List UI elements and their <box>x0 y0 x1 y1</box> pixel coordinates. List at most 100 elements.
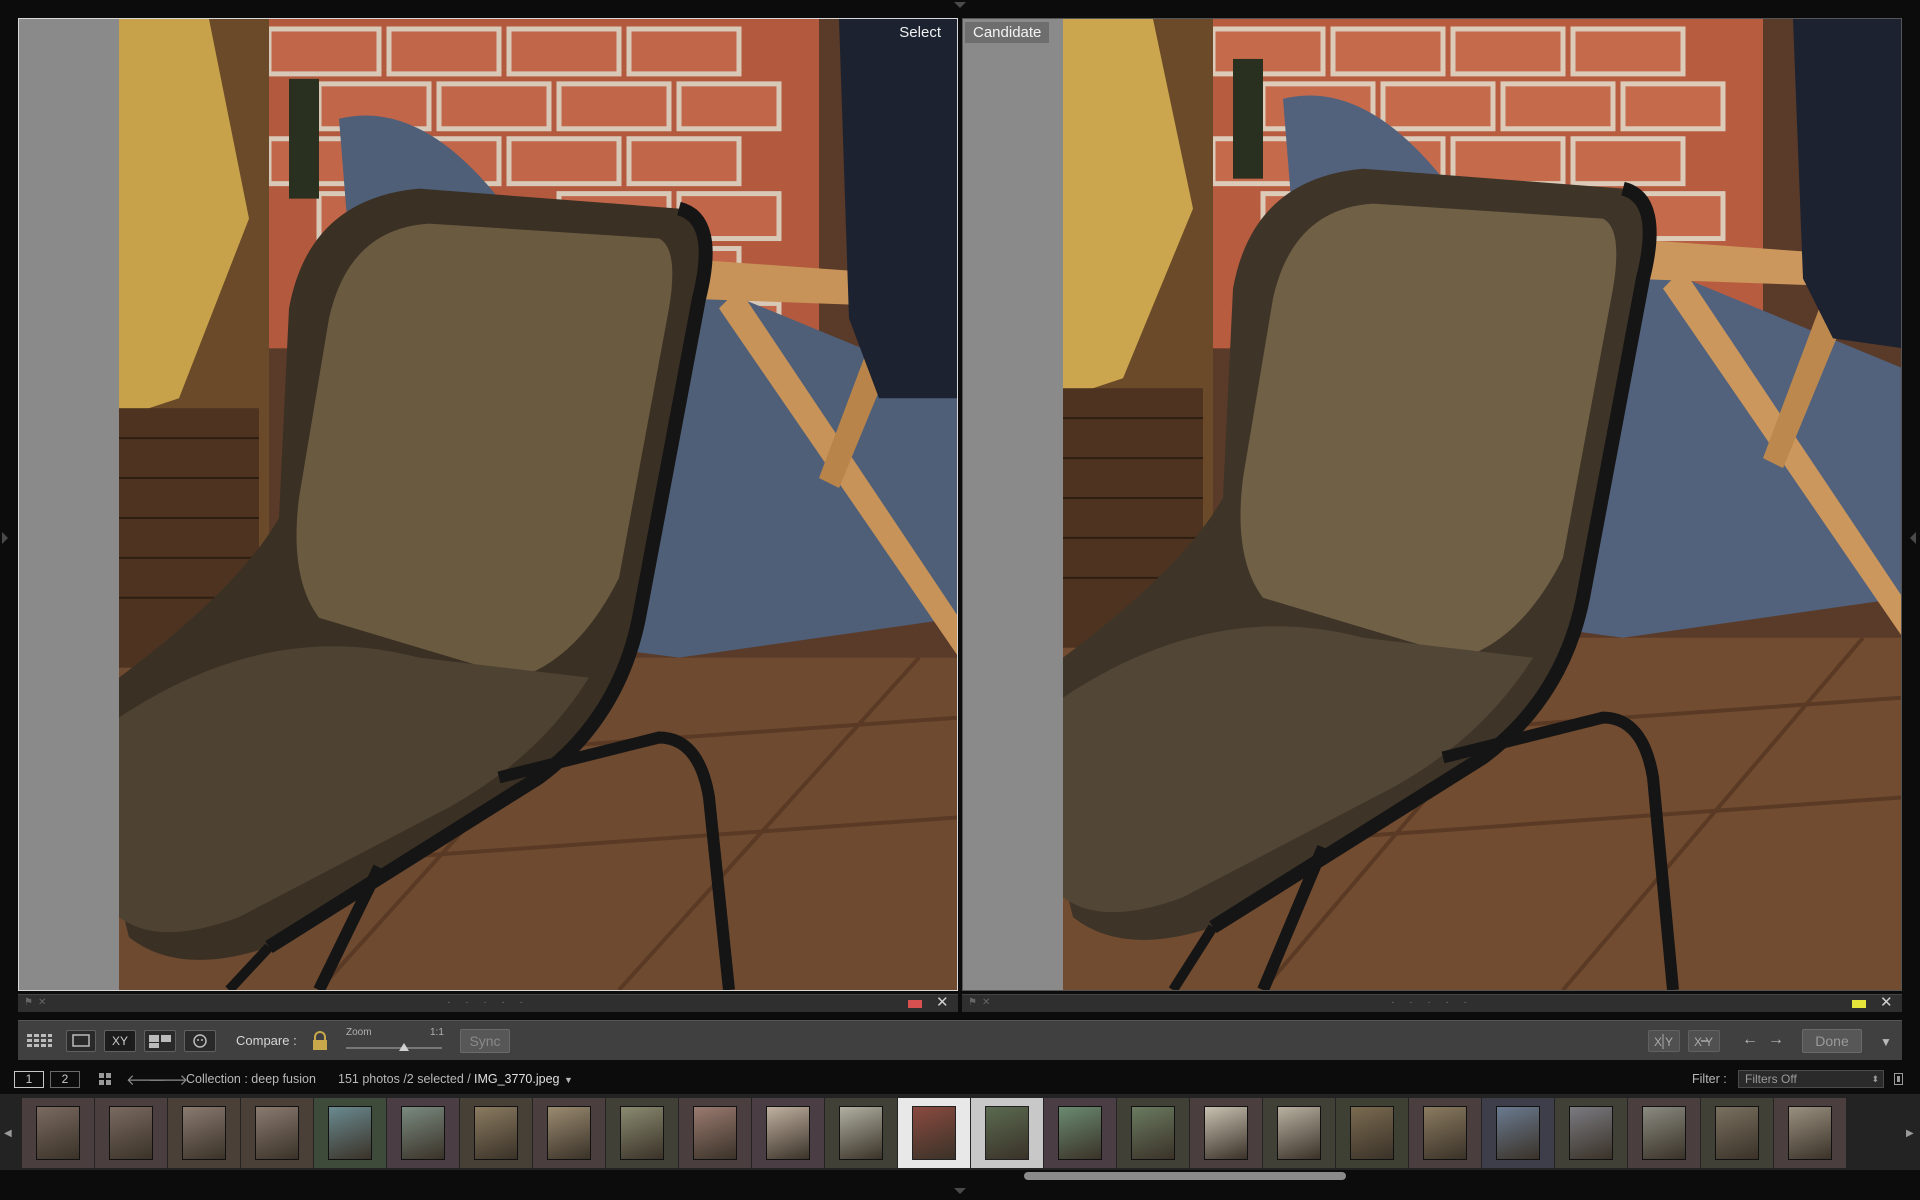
filmstrip-thumbnail[interactable] <box>533 1098 605 1168</box>
current-filename[interactable]: IMG_3770.jpeg <box>474 1072 559 1086</box>
top-panel-toggle-icon[interactable] <box>954 2 966 8</box>
svg-text:X: X <box>1654 1035 1662 1049</box>
filmstrip-thumbnail[interactable] <box>241 1098 313 1168</box>
color-label-red[interactable] <box>908 1000 922 1008</box>
reject-flag-icon[interactable]: ✕ <box>38 998 48 1008</box>
filter-dropdown[interactable]: Filters Off ⬍ <box>1738 1070 1884 1088</box>
zoom-ratio: 1:1 <box>430 1027 444 1038</box>
make-select-icon[interactable]: XY <box>1688 1030 1720 1052</box>
grid-icon[interactable] <box>98 1071 114 1087</box>
filmstrip-scroll-right-icon[interactable]: ▶ <box>1906 1128 1914 1139</box>
sync-button[interactable]: Sync <box>460 1029 510 1053</box>
compare-label: Compare : <box>236 1033 297 1048</box>
filmstrip-thumbnail[interactable] <box>95 1098 167 1168</box>
left-panel-toggle-icon[interactable] <box>2 532 8 544</box>
survey-view-icon[interactable] <box>144 1030 176 1052</box>
lightroom-compare-view: Select Candidate ⚑ ✕ · · · · · ✕ ⚑ ✕ · ·… <box>0 0 1920 1200</box>
rating-dots[interactable]: · · · · · <box>1391 997 1473 1008</box>
thumbnail-image <box>1569 1106 1613 1160</box>
zoom-slider-handle[interactable] <box>398 1043 409 1051</box>
candidate-photo[interactable] <box>1063 19 1901 990</box>
next-photo-icon[interactable]: → <box>1768 1032 1784 1048</box>
select-label: Select <box>899 24 941 41</box>
lock-icon[interactable] <box>310 1030 330 1052</box>
thumbnail-image <box>328 1106 372 1160</box>
filter-label: Filter : <box>1692 1072 1727 1086</box>
filmstrip-thumbnail[interactable] <box>460 1098 532 1168</box>
filmstrip-thumbnail[interactable] <box>22 1098 94 1168</box>
thumbnail-image <box>36 1106 80 1160</box>
thumbnail-image <box>109 1106 153 1160</box>
thumbnail-image <box>620 1106 664 1160</box>
done-button[interactable]: Done <box>1802 1029 1862 1053</box>
candidate-pane-footer: ⚑ ✕ · · · · · ✕ <box>962 994 1902 1012</box>
filmstrip-thumbnail[interactable] <box>1044 1098 1116 1168</box>
people-view-icon[interactable] <box>184 1030 216 1052</box>
filmstrip-thumbnail[interactable] <box>1555 1098 1627 1168</box>
nav-forward-icon[interactable]: 🡒 <box>148 1070 188 1089</box>
select-pane[interactable]: Select <box>18 18 958 991</box>
filmstrip-thumbnail[interactable] <box>898 1098 970 1168</box>
thumbnail-image <box>182 1106 226 1160</box>
filmstrip-scrollbar[interactable] <box>1024 1172 1346 1180</box>
filmstrip-navbar: 1 2 🡐 🡒 Collection : deep fusion 151 pho… <box>0 1066 1920 1092</box>
select-pane-footer: ⚑ ✕ · · · · · ✕ <box>18 994 958 1012</box>
toolbar-menu-chevron-icon[interactable]: ▼ <box>1880 1034 1892 1050</box>
right-panel-toggle-icon[interactable] <box>1910 532 1916 544</box>
candidate-pane[interactable]: Candidate <box>962 18 1902 991</box>
main-screen-button[interactable]: 1 <box>14 1071 44 1088</box>
photo-count: 151 photos /2 selected / <box>338 1072 471 1086</box>
filmstrip-thumbnail[interactable] <box>1409 1098 1481 1168</box>
previous-photo-icon[interactable]: ← <box>1742 1032 1758 1048</box>
svg-text:Y: Y <box>1665 1035 1673 1049</box>
grid-view-icon[interactable] <box>24 1030 54 1052</box>
filmstrip-thumbnail[interactable] <box>1774 1098 1846 1168</box>
filmstrip-thumbnail[interactable] <box>752 1098 824 1168</box>
loupe-view-icon[interactable] <box>66 1030 96 1052</box>
thumbnail-image <box>1642 1106 1686 1160</box>
thumbnail-image <box>1423 1106 1467 1160</box>
secondary-screen-button[interactable]: 2 <box>50 1071 80 1088</box>
filmstrip-scroll-left-icon[interactable]: ◀ <box>4 1128 12 1139</box>
swap-icon[interactable]: XY <box>1648 1030 1680 1052</box>
reject-flag-icon[interactable]: ✕ <box>982 998 992 1008</box>
filmstrip-thumbnail[interactable] <box>679 1098 751 1168</box>
thumbnail-image <box>1788 1106 1832 1160</box>
filename-dropdown-icon[interactable]: ▼ <box>564 1075 573 1085</box>
filmstrip-thumbnail[interactable] <box>1117 1098 1189 1168</box>
filmstrip-thumbnail[interactable] <box>168 1098 240 1168</box>
filmstrip-thumbnail[interactable] <box>1701 1098 1773 1168</box>
thumbnail-image <box>1131 1106 1175 1160</box>
bottom-panel-toggle-icon[interactable] <box>954 1188 966 1194</box>
filter-dropdown-chevron-icon: ⬍ <box>1871 1074 1879 1084</box>
filmstrip-thumbnail[interactable] <box>971 1098 1043 1168</box>
filmstrip-thumbnail[interactable] <box>314 1098 386 1168</box>
filmstrip-thumbnail[interactable] <box>1336 1098 1408 1168</box>
thumbnail-image <box>1277 1106 1321 1160</box>
color-label-yellow[interactable] <box>1852 1000 1866 1008</box>
candidate-label: Candidate <box>965 22 1050 43</box>
filmstrip-thumbnail[interactable] <box>1263 1098 1335 1168</box>
rating-dots[interactable]: · · · · · <box>447 997 529 1008</box>
filmstrip-thumbnail[interactable] <box>1628 1098 1700 1168</box>
filmstrip-thumbnail[interactable] <box>825 1098 897 1168</box>
zoom-label: Zoom <box>346 1027 372 1038</box>
thumbnail-image <box>474 1106 518 1160</box>
toolbar: XY Compare : Zoom 1:1 Sync XY XY ← → Don… <box>18 1020 1902 1060</box>
filmstrip-thumbnail[interactable] <box>387 1098 459 1168</box>
flag-icon[interactable]: ⚑ <box>968 998 978 1008</box>
filmstrip-thumbnail[interactable] <box>606 1098 678 1168</box>
filter-lock-icon[interactable] <box>1894 1073 1903 1085</box>
thumbnail-image <box>1496 1106 1540 1160</box>
compare-view-button[interactable]: XY <box>104 1030 136 1052</box>
filmstrip <box>0 1094 1920 1170</box>
select-photo[interactable] <box>119 19 957 990</box>
flag-icon[interactable]: ⚑ <box>24 998 34 1008</box>
zoom-slider[interactable] <box>346 1047 442 1049</box>
close-select-icon[interactable]: ✕ <box>936 995 949 1011</box>
filmstrip-thumbnail[interactable] <box>1482 1098 1554 1168</box>
close-candidate-icon[interactable]: ✕ <box>1880 995 1893 1011</box>
collection-name[interactable]: Collection : deep fusion <box>186 1072 316 1086</box>
filmstrip-thumbnail[interactable] <box>1190 1098 1262 1168</box>
svg-text:Y: Y <box>1705 1035 1713 1049</box>
